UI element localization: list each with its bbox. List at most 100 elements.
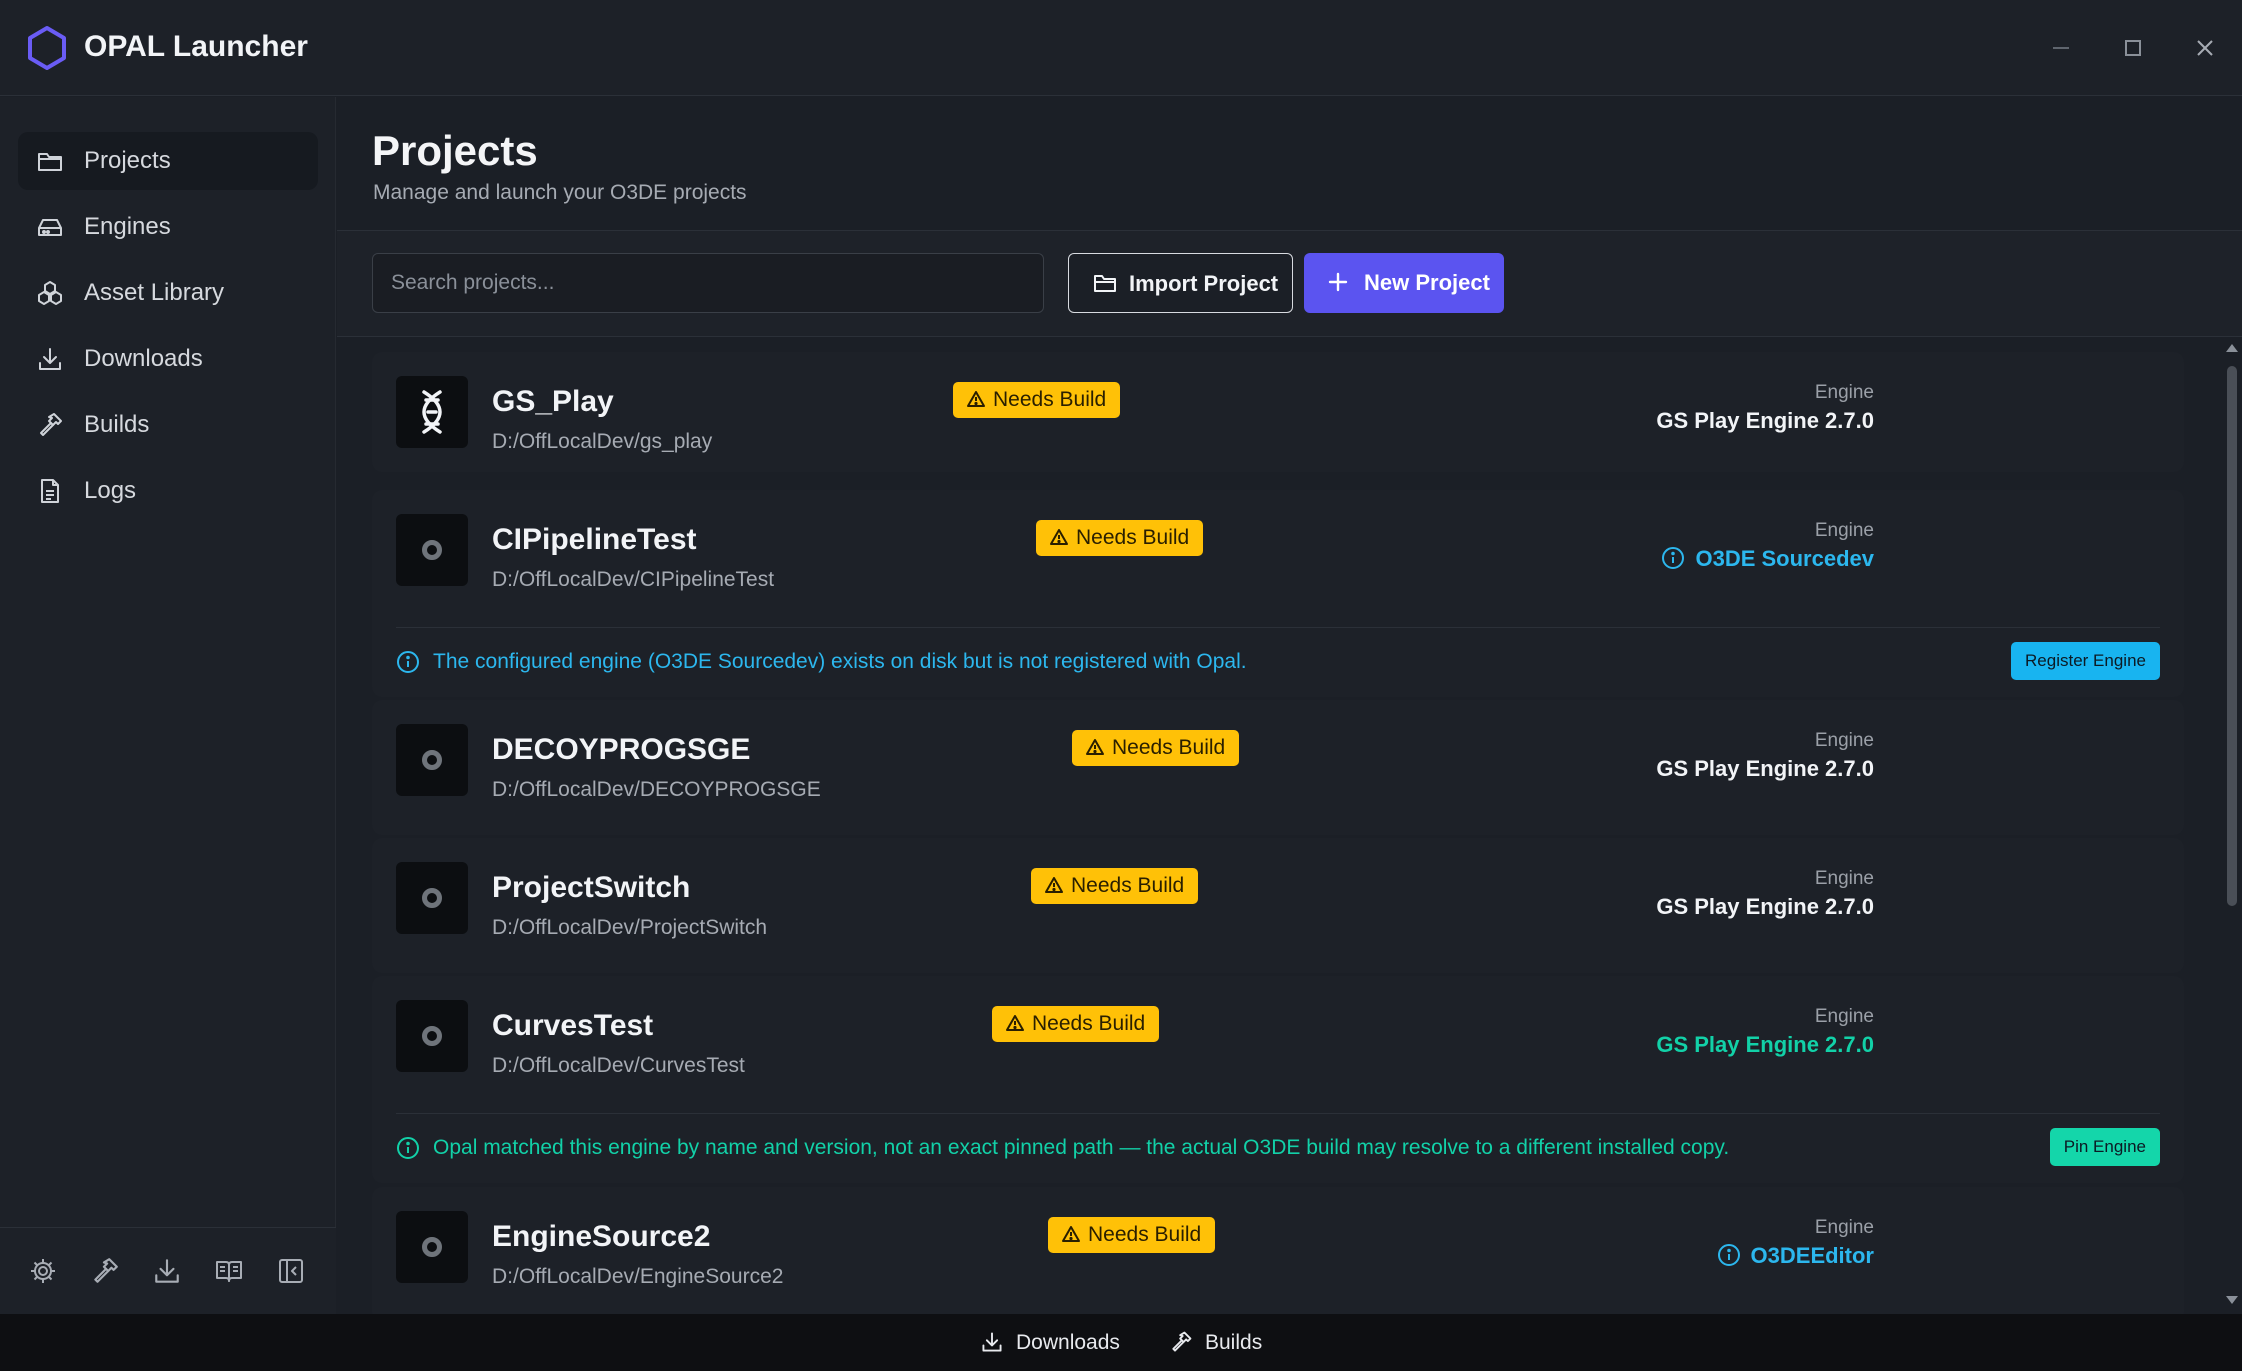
engine-notice: Opal matched this engine by name and ver… (396, 1113, 2160, 1183)
placeholder-icon (422, 750, 442, 770)
engine-name: O3DEEditor (1750, 1243, 1874, 1268)
sidebar: Projects Engines Asset Library Downloads… (0, 97, 336, 1314)
status-downloads-button[interactable]: Downloads (980, 1329, 1130, 1357)
sidebar-item-logs[interactable]: Logs (18, 462, 318, 520)
engine-value[interactable]: O3DE Sourcedev (1661, 546, 1874, 572)
badge-label: Needs Build (993, 388, 1107, 411)
status-builds-label: Builds (1205, 1331, 1263, 1354)
needs-build-badge: Needs Build (1072, 730, 1240, 766)
main-content: Projects Manage and launch your O3DE pro… (337, 97, 2242, 1314)
engine-name: GS Play Engine 2.7.0 (1656, 894, 1874, 919)
dna-icon (422, 390, 442, 434)
project-name: EngineSource2 (492, 1220, 711, 1253)
drive-icon (38, 219, 62, 236)
warning-icon (1045, 877, 1063, 893)
file-text-icon (41, 479, 59, 503)
register-engine-button[interactable]: Register Engine (2011, 642, 2160, 680)
hammer-icon (40, 413, 62, 436)
project-card-enginesource2[interactable]: EngineSource2 Needs Build D:/OffLocalDev… (372, 1187, 2184, 1314)
engine-value: GS Play Engine 2.7.0 (1656, 894, 1874, 920)
sidebar-item-builds[interactable]: Builds (18, 396, 318, 454)
search-input[interactable] (372, 253, 1044, 313)
placeholder-icon (422, 888, 442, 908)
placeholder-icon (422, 1237, 442, 1257)
notice-text: The configured engine (O3DE Sourcedev) e… (433, 650, 1247, 673)
engine-name: O3DE Sourcedev (1695, 546, 1874, 571)
project-name: CurvesTest (492, 1009, 654, 1042)
badge-label: Needs Build (1032, 1012, 1146, 1035)
app-title: OPAL Launcher (84, 30, 308, 63)
project-thumbnail (396, 376, 468, 448)
engine-value[interactable]: GS Play Engine 2.7.0 (1656, 1032, 1874, 1058)
project-thumbnail (396, 514, 468, 586)
pin-engine-button[interactable]: Pin Engine (2049, 1128, 2160, 1166)
maximize-icon[interactable] (2113, 28, 2153, 68)
project-path: D:/OffLocalDev/ProjectSwitch (492, 916, 768, 939)
book-icon[interactable] (214, 1256, 244, 1286)
engine-label: Engine (1814, 1006, 1874, 1027)
close-icon[interactable] (2185, 28, 2225, 68)
engine-label: Engine (1814, 730, 1874, 751)
project-card-cipipelinetest[interactable]: CIPipelineTest Needs Build D:/OffLocalDe… (372, 490, 2184, 697)
scrollbar-thumb[interactable] (2227, 366, 2237, 906)
sidebar-item-engines[interactable]: Engines (18, 198, 318, 256)
project-path: D:/OffLocalDev/DECOYPROGSGE (492, 778, 821, 801)
scrollbar[interactable] (2222, 338, 2242, 1314)
import-project-button[interactable]: Import Project (1068, 253, 1293, 313)
project-name: ProjectSwitch (492, 871, 691, 904)
collapse-sidebar-icon[interactable] (276, 1256, 306, 1286)
warning-icon (1062, 1226, 1080, 1242)
project-card-curvestest[interactable]: CurvesTest Needs Build D:/OffLocalDev/Cu… (372, 976, 2184, 1183)
engine-name: GS Play Engine 2.7.0 (1656, 756, 1874, 781)
engine-value[interactable]: O3DEEditor (1717, 1243, 1874, 1269)
project-thumbnail (396, 724, 468, 796)
project-thumbnail (396, 1000, 468, 1072)
hexagon-logo-icon (28, 26, 66, 70)
info-icon (397, 1137, 419, 1159)
warning-icon (1006, 1015, 1024, 1031)
badge-label: Needs Build (1112, 736, 1226, 759)
sidebar-item-label: Downloads (84, 345, 203, 372)
plus-icon (1328, 272, 1348, 292)
status-builds-button[interactable]: Builds (1169, 1329, 1289, 1357)
minimize-icon[interactable] (2041, 28, 2081, 68)
import-project-label: Import Project (1129, 271, 1279, 296)
hammer-icon (1172, 1331, 1192, 1352)
boxes-icon (38, 281, 62, 305)
project-card-decoyprogsge[interactable]: DECOYPROGSGE Needs Build D:/OffLocalDev/… (372, 700, 2184, 835)
info-icon (397, 651, 419, 673)
page-subtitle: Manage and launch your O3DE projects (373, 181, 747, 204)
scroll-up-arrow-icon[interactable] (2226, 344, 2238, 352)
sidebar-item-projects[interactable]: Projects (18, 132, 318, 190)
project-path: D:/OffLocalDev/EngineSource2 (492, 1265, 784, 1288)
hammer-icon[interactable] (90, 1256, 120, 1286)
badge-label: Needs Build (1076, 526, 1190, 549)
needs-build-badge: Needs Build (1036, 520, 1204, 556)
status-bar: Downloads Builds (0, 1314, 2242, 1371)
project-name: CIPipelineTest (492, 523, 697, 556)
badge-label: Needs Build (1071, 874, 1185, 897)
badge-label: Needs Build (1088, 1223, 1202, 1246)
engine-name: GS Play Engine 2.7.0 (1656, 1032, 1874, 1057)
new-project-button[interactable]: New Project (1304, 253, 1504, 313)
sidebar-item-downloads[interactable]: Downloads (18, 330, 318, 388)
engine-label: Engine (1814, 868, 1874, 889)
engine-value: GS Play Engine 2.7.0 (1656, 756, 1874, 782)
sidebar-footer (0, 1227, 336, 1314)
sidebar-item-asset-library[interactable]: Asset Library (18, 264, 318, 322)
gear-icon[interactable] (28, 1256, 58, 1286)
project-card-projectswitch[interactable]: ProjectSwitch Needs Build D:/OffLocalDev… (372, 838, 2184, 973)
folder-icon (38, 153, 62, 171)
download-icon[interactable] (152, 1256, 182, 1286)
project-card-gs-play[interactable]: GS_Play Needs Build D:/OffLocalDev/gs_pl… (372, 352, 2184, 472)
sidebar-item-label: Builds (84, 411, 150, 438)
placeholder-icon (422, 1026, 442, 1046)
sidebar-item-label: Logs (84, 477, 137, 504)
download-icon (982, 1332, 1002, 1352)
sidebar-item-label: Projects (84, 147, 171, 174)
engine-value: GS Play Engine 2.7.0 (1656, 408, 1874, 434)
info-icon (1717, 1244, 1740, 1266)
project-name: GS_Play (492, 385, 614, 418)
scroll-down-arrow-icon[interactable] (2226, 1296, 2238, 1304)
notice-text: Opal matched this engine by name and ver… (433, 1136, 1730, 1159)
